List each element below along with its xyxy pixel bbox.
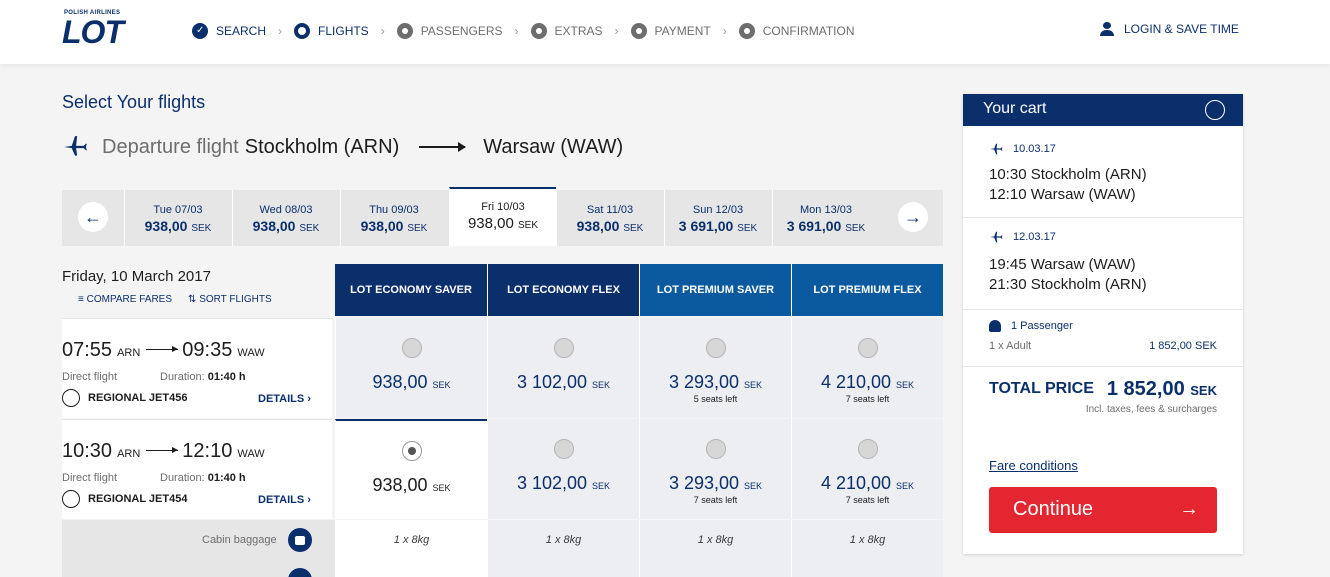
flight-row: 10:30 ARN 12:10 WAW Direct flight Duration… [62, 419, 332, 519]
user-icon [1100, 22, 1114, 36]
route-heading: Departure flight Stockholm (ARN) Warsaw … [62, 134, 623, 160]
date-option[interactable]: Tue 07/03 938,00 SEK [124, 190, 231, 246]
next-dates-button[interactable]: → [898, 202, 928, 232]
login-link[interactable]: LOGIN & SAVE TIME [1100, 22, 1239, 36]
step-flights[interactable]: FLIGHTS › [294, 23, 397, 39]
details-link[interactable]: DETAILS › [258, 393, 311, 405]
fare-cell[interactable]: 3 102,00 SEK [487, 318, 639, 418]
fare-radio[interactable] [705, 439, 726, 459]
arrow-right-icon: → [904, 206, 922, 227]
date-option[interactable]: Wed 08/03 938,00 SEK [232, 190, 339, 246]
fare-cell[interactable]: 3 293,00 SEK 5 seats left [639, 318, 791, 418]
chevron-right-icon: › [722, 24, 727, 38]
cabin-bag-icon [288, 528, 312, 552]
flight-row: 07:55 ARN 09:35 WAW Direct flight Duration… [62, 318, 332, 418]
fare-col-premium-flex: LOT PREMIUM FLEX [791, 264, 943, 316]
fare-radio[interactable] [857, 338, 878, 358]
plane-icon [990, 231, 1003, 243]
chevron-right-icon: › [278, 24, 283, 38]
table-tools: ≡ COMPARE FARES ⇅ SORT FLIGHTS [78, 294, 288, 305]
step-search[interactable]: SEARCH› [192, 23, 294, 39]
fare-col-economy-flex: LOT ECONOMY FLEX [487, 264, 639, 316]
arrow-right-icon [146, 346, 179, 352]
sort-icon: ⇅ [188, 294, 200, 305]
pending-step-icon [738, 23, 755, 39]
fare-radio-selected[interactable] [401, 441, 422, 461]
pending-step-icon [630, 23, 647, 39]
fare-conditions-link[interactable]: Fare conditions [989, 458, 1078, 473]
arrow-right-icon: → [1179, 498, 1199, 520]
fare-radio[interactable] [705, 338, 726, 358]
date-carousel: ← Tue 07/03 938,00 SEK Wed 08/03 938,00 SE… [62, 187, 943, 246]
route-to: Warsaw (WAW) [483, 135, 624, 158]
fare-cell[interactable]: 4 210,00 SEK 7 seats left [791, 419, 943, 519]
step-payment: PAYMENT › [630, 23, 739, 39]
date-option[interactable]: Sat 11/03 938,00 SEK [556, 190, 663, 246]
arrow-left-icon: ← [84, 206, 102, 227]
continue-button[interactable]: Continue → [989, 487, 1217, 533]
sort-flights-link[interactable]: ⇅ SORT FLIGHTS [188, 294, 272, 305]
progress-steps: SEARCH› FLIGHTS› PASSENGERS› EXTRAS› PAY… [192, 22, 855, 40]
step-confirmation: CONFIRMATION [738, 23, 855, 39]
selected-date-heading: Friday, 10 March 2017 [62, 268, 211, 285]
page-title: Select Your flights [62, 92, 206, 112]
arrow-right-icon [419, 142, 467, 152]
passenger-count: 1 Passenger [989, 320, 1073, 332]
baggage-value: 1 x 8kg [487, 520, 639, 577]
active-step-icon [294, 23, 311, 39]
route-from: Stockholm (ARN) [244, 135, 400, 158]
cart-header: Your cart [963, 94, 1243, 126]
fare-radio[interactable] [401, 338, 422, 358]
plane-icon [64, 136, 87, 156]
top-header: POLISH AIRLINES LOT SEARCH› FLIGHTS› PAS… [0, 0, 1330, 64]
baggage-value: 1 x 8kg [335, 520, 487, 577]
prev-dates-button[interactable]: ← [78, 202, 108, 232]
fare-radio[interactable] [553, 338, 574, 358]
total-price: 1 852,00 SEK [1106, 378, 1217, 400]
fare-cell-selected[interactable]: 938,00 SEK [335, 419, 487, 519]
step-extras: EXTRAS › [530, 23, 631, 39]
fare-col-economy-saver: LOT ECONOMY SAVER [335, 264, 487, 316]
date-option-selected[interactable]: Fri 10/03 938,00 SEK [449, 187, 556, 246]
arrow-right-icon [146, 447, 179, 453]
cart-leg-outbound: 10.03.17 10:30 Stockholm (ARN) 12:10 War… [963, 126, 1243, 218]
fare-cell[interactable]: 3 293,00 SEK 7 seats left [639, 419, 791, 519]
compare-icon: ≡ [78, 294, 87, 305]
fare-cell[interactable]: 3 102,00 SEK [487, 419, 639, 519]
chevron-right-icon: › [514, 24, 519, 38]
fare-cell[interactable]: 938,00 SEK [335, 318, 487, 418]
pending-step-icon [530, 23, 547, 39]
plane-icon [990, 143, 1003, 155]
divider [963, 366, 1243, 367]
date-option[interactable]: Thu 09/03 938,00 SEK [340, 190, 447, 246]
date-option[interactable]: Sun 12/03 3 691,00 SEK [664, 190, 771, 246]
baggage-value: 1 x 8kg [791, 520, 943, 577]
lot-crane-icon [1205, 100, 1225, 120]
lot-logo[interactable]: POLISH AIRLINES LOT [62, 10, 146, 50]
chevron-right-icon: › [614, 24, 619, 38]
cart-leg-return: 12.03.17 19:45 Warsaw (WAW) 21:30 Stockh… [963, 218, 1243, 310]
fare-cell[interactable]: 4 210,00 SEK 7 seats left [791, 318, 943, 418]
pending-step-icon [396, 23, 413, 39]
baggage-value: 1 x 8kg [639, 520, 791, 577]
cart-panel: Your cart 10.03.17 10:30 Stockholm (ARN)… [963, 94, 1243, 554]
fare-col-premium-saver: LOT PREMIUM SAVER [639, 264, 791, 316]
lot-crane-icon [62, 490, 80, 508]
fare-radio[interactable] [553, 439, 574, 459]
step-passengers: PASSENGERS › [396, 23, 531, 39]
lot-crane-icon [62, 389, 80, 407]
passenger-icon [989, 320, 1001, 332]
check-icon [192, 23, 208, 39]
chevron-right-icon: › [380, 24, 385, 38]
fare-radio[interactable] [857, 439, 878, 459]
route-label: Departure flight [102, 135, 239, 158]
compare-fares-link[interactable]: ≡ COMPARE FARES [78, 294, 172, 305]
details-link[interactable]: DETAILS › [258, 494, 311, 506]
date-option[interactable]: Mon 13/03 3 691,00 SEK [772, 190, 879, 246]
checked-bag-icon [288, 568, 312, 577]
